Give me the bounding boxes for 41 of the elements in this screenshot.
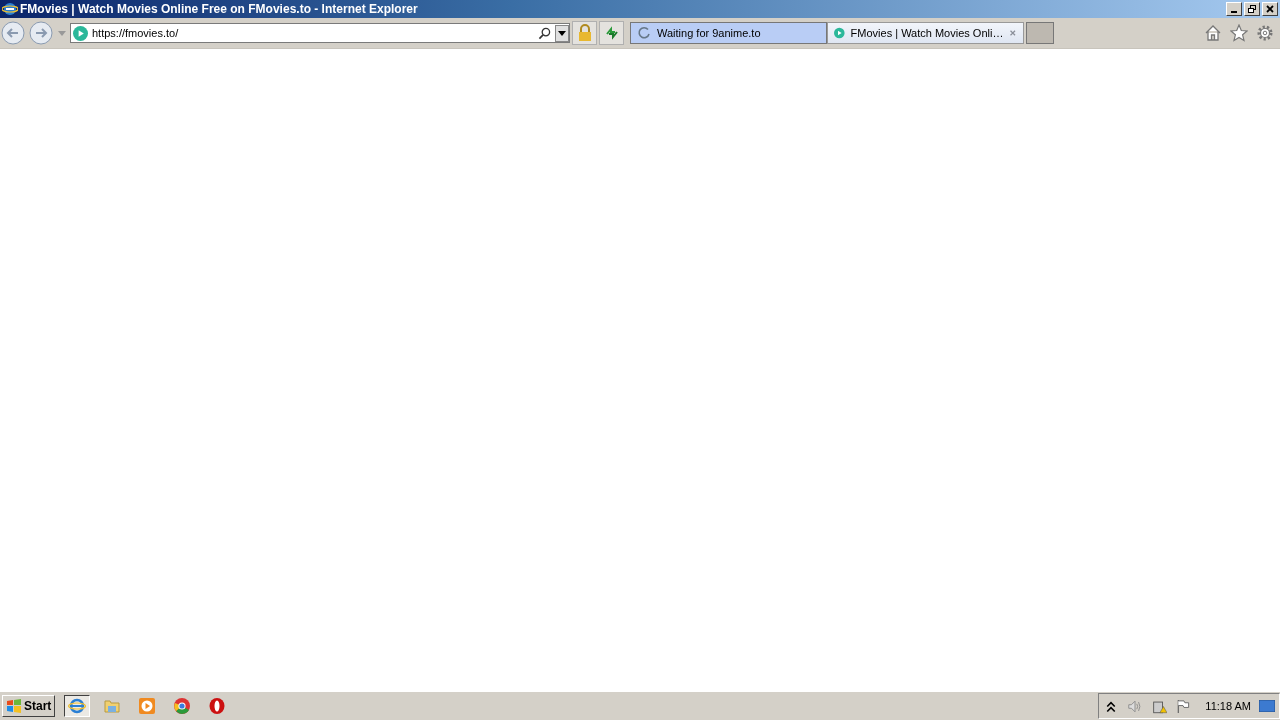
- caret-icon: [558, 30, 566, 36]
- address-dropdown-button[interactable]: [555, 24, 569, 42]
- folder-icon: [103, 697, 122, 715]
- home-icon[interactable]: [1204, 24, 1222, 42]
- new-tab-button[interactable]: [1026, 22, 1054, 44]
- browser-logo-icon: [68, 697, 87, 715]
- clock[interactable]: 11:18 AM: [1205, 700, 1251, 712]
- browser-logo-icon: [2, 1, 18, 17]
- play-icon: [73, 25, 88, 41]
- minimize-icon: [1231, 11, 1237, 13]
- restore-icon: [1247, 4, 1257, 14]
- start-button[interactable]: Start: [2, 695, 56, 717]
- opera-icon: [208, 697, 227, 715]
- windows-logo-icon: [6, 698, 22, 714]
- network-warning-icon[interactable]: [1151, 698, 1168, 714]
- padlock-icon: [576, 24, 593, 42]
- address-field[interactable]: https://fmovies.to/: [70, 23, 570, 43]
- tab[interactable]: Waiting for 9anime.to: [630, 22, 827, 44]
- url-text: https://fmovies.to/: [92, 27, 180, 39]
- tab-title: FMovies | Watch Movies Onli…: [850, 27, 1004, 39]
- window-title: FMovies | Watch Movies Online Free on FMovies.to - Internet Explorer: [20, 2, 418, 16]
- star-icon[interactable]: [1230, 24, 1248, 42]
- refresh-icon: [603, 25, 620, 41]
- refresh-button[interactable]: [599, 21, 624, 45]
- play-icon: [138, 697, 157, 715]
- minimize-button[interactable]: [1226, 2, 1242, 16]
- chrome-icon: [173, 697, 192, 715]
- flag-icon[interactable]: [1175, 698, 1192, 714]
- back-button[interactable]: [0, 20, 26, 46]
- loading-icon: [637, 26, 651, 40]
- close-button[interactable]: [1262, 2, 1278, 16]
- tab-title: Waiting for 9anime.to: [657, 27, 762, 39]
- close-tab-icon[interactable]: [1009, 28, 1017, 38]
- restore-button[interactable]: [1244, 2, 1260, 16]
- forward-button[interactable]: [28, 20, 54, 46]
- play-icon: [834, 26, 845, 40]
- search-icon[interactable]: [538, 26, 551, 40]
- tab[interactable]: FMovies | Watch Movies Onli…: [827, 22, 1024, 44]
- settings-icon[interactable]: [1256, 24, 1274, 42]
- browser-logo-taskbar-button[interactable]: [64, 695, 91, 717]
- close-icon: [1265, 4, 1275, 14]
